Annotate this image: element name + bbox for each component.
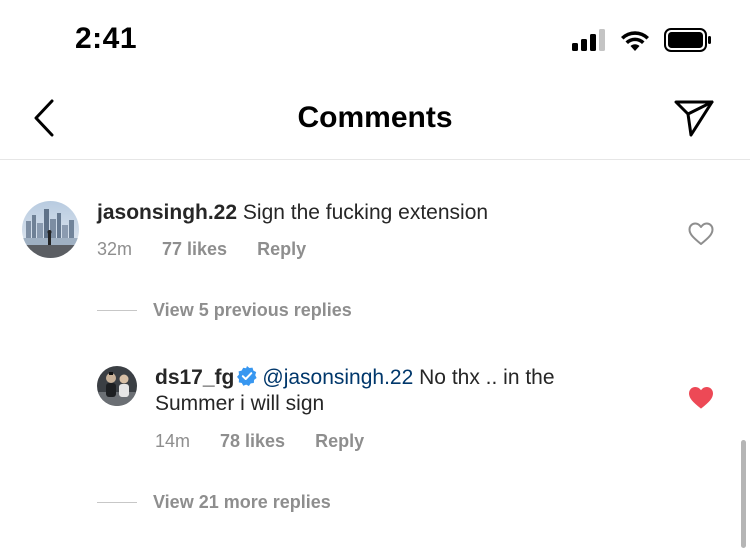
city-skyline-avatar-image [22,201,79,258]
wifi-icon [621,31,649,51]
verified-badge-icon [237,366,257,386]
share-button[interactable] [672,98,716,138]
comment-item: jasonsingh.22 Sign the fucking extension… [0,160,750,290]
reply-mention-link[interactable]: @jasonsingh.22 [262,366,413,389]
reply-item: ds17_fg @jasonsingh.22 No thx .. in the … [0,350,750,470]
reply-text: ds17_fg @jasonsingh.22 No thx .. in the … [155,365,675,417]
reply-body-line1: No thx .. in the [419,366,555,389]
status-icons [572,28,712,52]
comment-text: jasonsingh.22 Sign the fucking extension [97,200,667,226]
avatar[interactable] [97,366,137,406]
reply-meta: 14m 78 likes Reply [155,431,394,452]
nav-bar: Comments [0,80,750,160]
comment-meta: 32m 77 likes Reply [97,239,336,260]
page-title: Comments [297,101,453,134]
reply-time: 14m [155,431,191,451]
heart-outline-icon[interactable] [688,222,714,246]
replies-divider-line [97,310,137,311]
reply-likes-count[interactable]: 78 likes [220,431,285,452]
reply-username[interactable]: ds17_fg [155,366,234,389]
scrollbar[interactable] [741,440,746,548]
reply-body-line2: Summer i will sign [155,392,325,415]
status-time: 2:41 [75,22,138,55]
player-avatar-image [97,366,137,406]
view-previous-replies[interactable]: View 5 previous replies [97,300,352,321]
replies-divider-line [97,502,137,503]
reply-reply-button[interactable]: Reply [315,431,364,452]
comment-username[interactable]: jasonsingh.22 [97,201,237,224]
battery-icon [664,28,711,52]
comment-body: Sign the fucking extension [242,201,489,224]
comment-likes-count[interactable]: 77 likes [162,239,227,260]
view-more-replies-label: View 21 more replies [153,492,331,512]
avatar[interactable] [22,201,79,258]
cellular-signal-icon [572,29,605,51]
comment-time: 32m [97,239,133,259]
paper-plane-icon [674,100,714,137]
comment-reply-button[interactable]: Reply [257,239,306,260]
heart-filled-icon[interactable] [688,386,714,410]
view-more-replies[interactable]: View 21 more replies [97,492,331,513]
status-bar: 2:41 [0,0,750,80]
view-previous-replies-label: View 5 previous replies [153,300,352,320]
